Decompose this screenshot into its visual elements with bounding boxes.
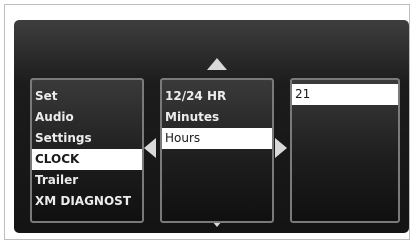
submenu-item-hours[interactable]: Hours [162, 128, 272, 149]
arrow-left-icon[interactable] [144, 138, 156, 158]
value-panel: 21 [290, 78, 400, 223]
vehicle-display-screen: Set Audio Settings CLOCK Trailer XM DIAG… [14, 20, 409, 233]
menu-item-set[interactable]: Set [32, 86, 142, 107]
clock-submenu-panel: 12/24 HR Minutes Hours [160, 78, 274, 223]
submenu-item-12-24-hr[interactable]: 12/24 HR [162, 86, 272, 107]
arrow-right-icon[interactable] [275, 138, 287, 158]
menu-item-settings[interactable]: Settings [32, 128, 142, 149]
submenu-item-minutes[interactable]: Minutes [162, 107, 272, 128]
hours-value[interactable]: 21 [292, 84, 398, 105]
display-frame: Set Audio Settings CLOCK Trailer XM DIAG… [4, 4, 410, 240]
main-menu-panel: Set Audio Settings CLOCK Trailer XM DIAG… [30, 78, 144, 223]
menu-item-clock[interactable]: CLOCK [32, 149, 142, 170]
menu-item-trailer[interactable]: Trailer [32, 170, 142, 191]
menu-item-xm-diagnost[interactable]: XM DIAGNOST [32, 191, 142, 212]
arrow-up-icon[interactable] [207, 58, 227, 70]
menu-item-audio[interactable]: Audio [32, 107, 142, 128]
